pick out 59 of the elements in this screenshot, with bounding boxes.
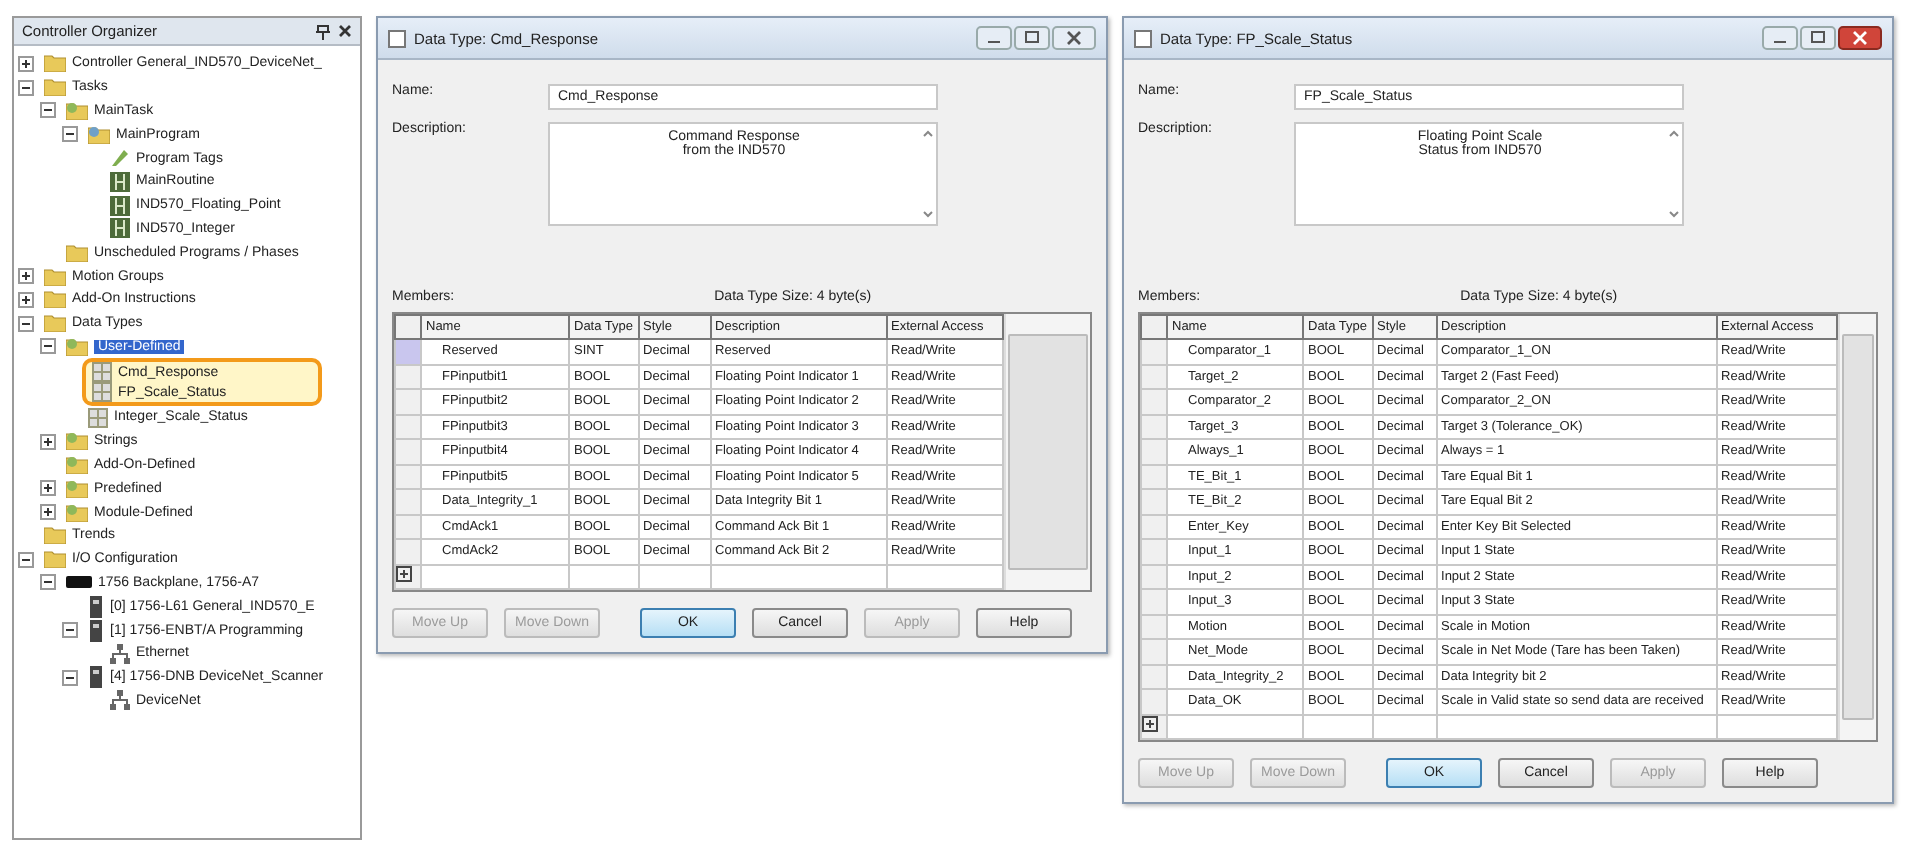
network-icon bbox=[110, 690, 130, 711]
folder-icon bbox=[44, 550, 66, 569]
grid-icon bbox=[92, 362, 112, 383]
backplane-icon bbox=[66, 576, 92, 589]
tag-icon bbox=[110, 148, 130, 169]
expand-icon[interactable] bbox=[40, 433, 56, 450]
column-header bbox=[395, 315, 421, 339]
grid-icon bbox=[88, 407, 108, 428]
grid-icon bbox=[92, 382, 112, 403]
folder-icon bbox=[66, 432, 88, 451]
collapse-icon[interactable] bbox=[40, 102, 56, 119]
folder-icon bbox=[66, 337, 88, 356]
scrollbar[interactable] bbox=[922, 128, 934, 220]
window-icon bbox=[388, 29, 406, 47]
folder-icon bbox=[66, 101, 88, 120]
pin-icon[interactable] bbox=[316, 23, 330, 39]
folder-icon bbox=[66, 243, 88, 262]
row-selector[interactable] bbox=[1141, 339, 1167, 364]
folder-icon bbox=[66, 479, 88, 498]
expand-icon[interactable] bbox=[40, 504, 56, 521]
folder-icon bbox=[44, 290, 66, 309]
row-selector[interactable] bbox=[395, 339, 421, 364]
minimize-icon[interactable] bbox=[1762, 26, 1798, 50]
folder-icon bbox=[66, 455, 88, 474]
folder-icon bbox=[66, 503, 88, 522]
collapse-icon[interactable] bbox=[62, 622, 78, 639]
scrollbar[interactable] bbox=[1668, 128, 1680, 220]
collapse-icon[interactable] bbox=[18, 79, 34, 96]
ladder-icon bbox=[110, 171, 130, 192]
folder-icon bbox=[44, 54, 66, 73]
new-row-icon bbox=[396, 566, 412, 583]
close-icon[interactable] bbox=[1838, 26, 1882, 50]
expand-icon[interactable] bbox=[40, 480, 56, 497]
module-icon bbox=[88, 666, 104, 689]
folder-icon bbox=[88, 125, 110, 144]
minimize-icon[interactable] bbox=[976, 26, 1012, 50]
folder-icon bbox=[44, 526, 66, 545]
window-icon bbox=[1134, 29, 1152, 47]
collapse-icon[interactable] bbox=[62, 669, 78, 686]
column-header bbox=[1141, 315, 1167, 339]
expand-icon[interactable] bbox=[18, 268, 34, 285]
expand-icon[interactable] bbox=[18, 55, 34, 72]
maximize-icon[interactable] bbox=[1800, 26, 1836, 50]
collapse-icon[interactable] bbox=[18, 551, 34, 568]
ladder-icon bbox=[110, 218, 130, 239]
close-icon[interactable] bbox=[338, 24, 352, 38]
close-icon[interactable] bbox=[1052, 26, 1096, 50]
ladder-icon bbox=[110, 195, 130, 216]
folder-icon bbox=[44, 267, 66, 286]
collapse-icon[interactable] bbox=[40, 338, 56, 355]
new-row-icon bbox=[1142, 716, 1158, 733]
collapse-icon[interactable] bbox=[18, 315, 34, 332]
collapse-icon[interactable] bbox=[62, 126, 78, 143]
folder-icon bbox=[44, 78, 66, 97]
collapse-icon[interactable] bbox=[40, 574, 56, 591]
expand-icon[interactable] bbox=[18, 291, 34, 308]
folder-icon bbox=[44, 314, 66, 333]
network-icon bbox=[110, 643, 130, 664]
maximize-icon[interactable] bbox=[1014, 26, 1050, 50]
